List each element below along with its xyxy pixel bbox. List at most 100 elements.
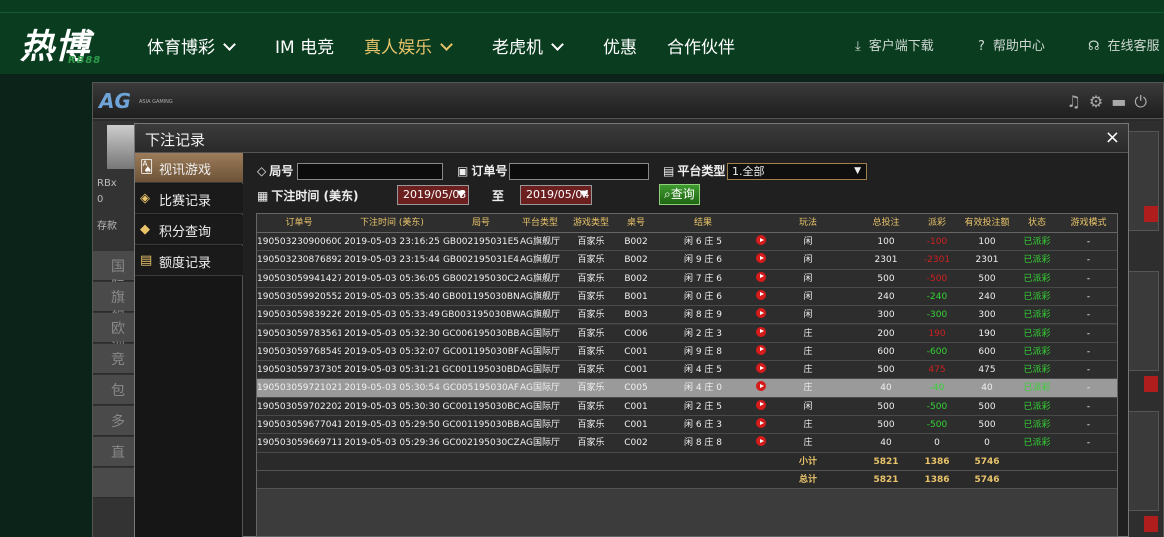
game-hall-item[interactable]: 欧洲 bbox=[93, 313, 137, 357]
nav-item[interactable]: 优惠 bbox=[603, 33, 637, 58]
cell-bet: 600 bbox=[877, 346, 895, 357]
deposit-label[interactable]: 存款 bbox=[97, 217, 117, 232]
close-icon[interactable]: × bbox=[1105, 127, 1120, 148]
play-video-icon[interactable] bbox=[756, 308, 766, 319]
game-hall-item[interactable]: 旗舰 bbox=[93, 282, 137, 326]
game-hall-item[interactable]: 包 bbox=[93, 375, 137, 405]
cell-order: 190503059768549 bbox=[257, 346, 341, 357]
play-video-icon[interactable] bbox=[756, 399, 766, 410]
total-label: 总计 bbox=[798, 474, 817, 485]
date-to-picker[interactable]: 2019/05/04 ▼ bbox=[520, 185, 592, 205]
cell-bet: 40 bbox=[880, 383, 892, 394]
table-row[interactable]: 190503059941427 2019-05-03 05:36:05 GB0021… bbox=[257, 269, 1117, 288]
play-video-icon[interactable] bbox=[756, 344, 766, 355]
table-row[interactable]: 190503059737305 2019-05-03 05:31:21 GC0011… bbox=[257, 361, 1117, 380]
nav-right-link[interactable]: ☊ 在线客服 bbox=[1088, 35, 1160, 54]
table-row[interactable]: 190503059768549 2019-05-03 05:32:07 GC0011… bbox=[257, 342, 1117, 362]
query-button[interactable]: ⌕查询 bbox=[659, 184, 700, 205]
cell-game: 百家乐 bbox=[577, 255, 605, 266]
cell-round: GB002195031E4 bbox=[442, 255, 520, 266]
cell-round: GC001195030BD bbox=[442, 365, 520, 376]
ag-logo-sub: ASIA GAMING bbox=[139, 99, 173, 105]
cell-game: 百家乐 bbox=[577, 273, 605, 284]
table-row[interactable]: 190503230900600 2019-05-03 23:16:25 GB0021… bbox=[257, 233, 1117, 252]
side-menu-item[interactable]: ▤ 额度记录 bbox=[135, 246, 243, 276]
table-row[interactable]: 190503059702202 2019-05-03 05:30:30 GC0011… bbox=[257, 397, 1117, 416]
nav-right-link[interactable]: ? 帮助中心 bbox=[978, 35, 1045, 54]
play-video-cell bbox=[751, 233, 771, 251]
nav-item[interactable]: IM 电竞 bbox=[275, 33, 334, 58]
ag-logo: AG bbox=[99, 89, 131, 113]
cell-result: 闲 7 庄 6 bbox=[683, 273, 723, 284]
nav-item[interactable]: 体育博彩 bbox=[147, 33, 236, 58]
table-preview[interactable] bbox=[1127, 271, 1159, 392]
game-hall-item[interactable]: 竞 bbox=[93, 344, 137, 374]
cell-order: 190503230900600 bbox=[257, 237, 341, 247]
table-row[interactable]: 190503059721021 2019-05-03 05:30:54 GC0051… bbox=[257, 379, 1117, 398]
cell-mode: - bbox=[1086, 310, 1091, 321]
nav-item[interactable]: 合作伙伴 bbox=[667, 33, 735, 58]
cell-status: 已派彩 bbox=[1023, 401, 1051, 412]
nav-item[interactable]: 真人娱乐 bbox=[364, 33, 453, 58]
round-input[interactable] bbox=[297, 163, 443, 180]
table-row[interactable]: 190503059677041 2019-05-03 05:29:50 GC0011… bbox=[257, 416, 1117, 435]
order-input[interactable] bbox=[509, 163, 649, 180]
cell-play: 闲 bbox=[803, 310, 813, 321]
chevron-down-icon: ▼ bbox=[854, 166, 861, 176]
play-video-icon[interactable] bbox=[756, 418, 766, 428]
cell-round: GC001195030BB bbox=[442, 420, 520, 430]
side-menu-item[interactable]: ◈ 比赛记录 bbox=[135, 184, 243, 214]
play-video-icon[interactable] bbox=[756, 253, 766, 264]
play-video-icon[interactable] bbox=[756, 381, 766, 392]
order-filter-label: ▣ 订单号 bbox=[457, 164, 508, 178]
game-hall-item[interactable]: 国际 bbox=[93, 251, 137, 295]
cell-bet: 40 bbox=[880, 438, 892, 449]
table-header: 订单号 下注时间 (美东) 局号 平台类型 游戏类型 桌号 结果 玩法 总投注 派彩 有效投注额 状态… bbox=[257, 214, 1117, 233]
play-video-icon[interactable] bbox=[756, 289, 766, 300]
nav-item[interactable]: 老虎机 bbox=[492, 33, 564, 58]
side-menu-item[interactable]: 🂡 视讯游戏 bbox=[135, 153, 243, 183]
game-hall-item[interactable]: 多 bbox=[93, 406, 137, 436]
cell-bet: 500 bbox=[877, 420, 895, 430]
help-icon: ? bbox=[978, 39, 985, 54]
play-video-icon[interactable] bbox=[756, 436, 766, 447]
table-row[interactable]: 190503059839226 2019-05-03 05:33:49 GB0031… bbox=[257, 306, 1117, 325]
platform-select[interactable]: 1.全部 ▼ bbox=[727, 163, 867, 180]
main-navbar: 热博 RB88 体育博彩 IM 电竞 真人娱乐 老虎机 优惠 合作伙伴 ⤓ 客户端下载 ? 帮助… bbox=[0, 12, 1164, 74]
play-video-icon[interactable] bbox=[756, 363, 766, 374]
column-header: 总投注 bbox=[872, 218, 900, 228]
cell-order: 190503059783561 bbox=[257, 328, 341, 339]
cell-order: 190503059702202 bbox=[257, 401, 341, 412]
play-video-icon[interactable] bbox=[756, 235, 766, 245]
table-preview[interactable] bbox=[1127, 411, 1159, 532]
nav-right-link[interactable]: ⤓ 客户端下载 bbox=[855, 35, 934, 54]
cell-platform: AG旗舰厅 bbox=[520, 291, 560, 302]
cell-status: 已派彩 bbox=[1023, 438, 1051, 449]
play-video-icon[interactable] bbox=[756, 271, 766, 282]
game-toolbar-icons[interactable]: ♫⚙▬⏻ bbox=[1067, 92, 1155, 112]
game-hall-item[interactable] bbox=[93, 468, 137, 498]
table-row[interactable]: 190503230876892 2019-05-03 23:15:44 GB0021… bbox=[257, 251, 1117, 270]
game-hall-item[interactable]: 直 bbox=[93, 437, 137, 467]
cell-game: 百家乐 bbox=[577, 438, 605, 449]
cell-mode: - bbox=[1086, 255, 1091, 266]
table-row[interactable]: 190503059783561 2019-05-03 05:32:30 GC0061… bbox=[257, 324, 1117, 343]
cell-time: 2019-05-03 05:29:36 bbox=[344, 438, 440, 449]
side-menu-item[interactable]: ◆ 积分查询 bbox=[135, 215, 243, 245]
cell-valid: 300 bbox=[978, 310, 996, 321]
cell-time: 2019-05-03 05:32:30 bbox=[344, 328, 440, 339]
cell-time: 2019-05-03 05:30:54 bbox=[344, 383, 440, 394]
cell-status: 已派彩 bbox=[1023, 328, 1051, 339]
table-row[interactable]: 190503059920552 2019-05-03 05:35:40 GB0011… bbox=[257, 287, 1117, 307]
table-preview[interactable] bbox=[1127, 131, 1159, 231]
table-row[interactable]: 190503059669711 2019-05-03 05:29:36 GC0021… bbox=[257, 434, 1117, 453]
site-logo[interactable]: 热博 RB88 bbox=[20, 21, 130, 67]
play-video-cell bbox=[751, 434, 771, 452]
chevron-down-icon bbox=[551, 38, 564, 51]
play-video-icon[interactable] bbox=[756, 326, 766, 337]
cell-order: 190503230876892 bbox=[257, 255, 341, 266]
column-header: 状态 bbox=[1027, 218, 1046, 228]
cell-platform: AG国际厅 bbox=[520, 401, 560, 412]
date-from-picker[interactable]: 2019/05/03 ▼ bbox=[397, 185, 469, 205]
cell-play: 庄 bbox=[803, 328, 813, 339]
